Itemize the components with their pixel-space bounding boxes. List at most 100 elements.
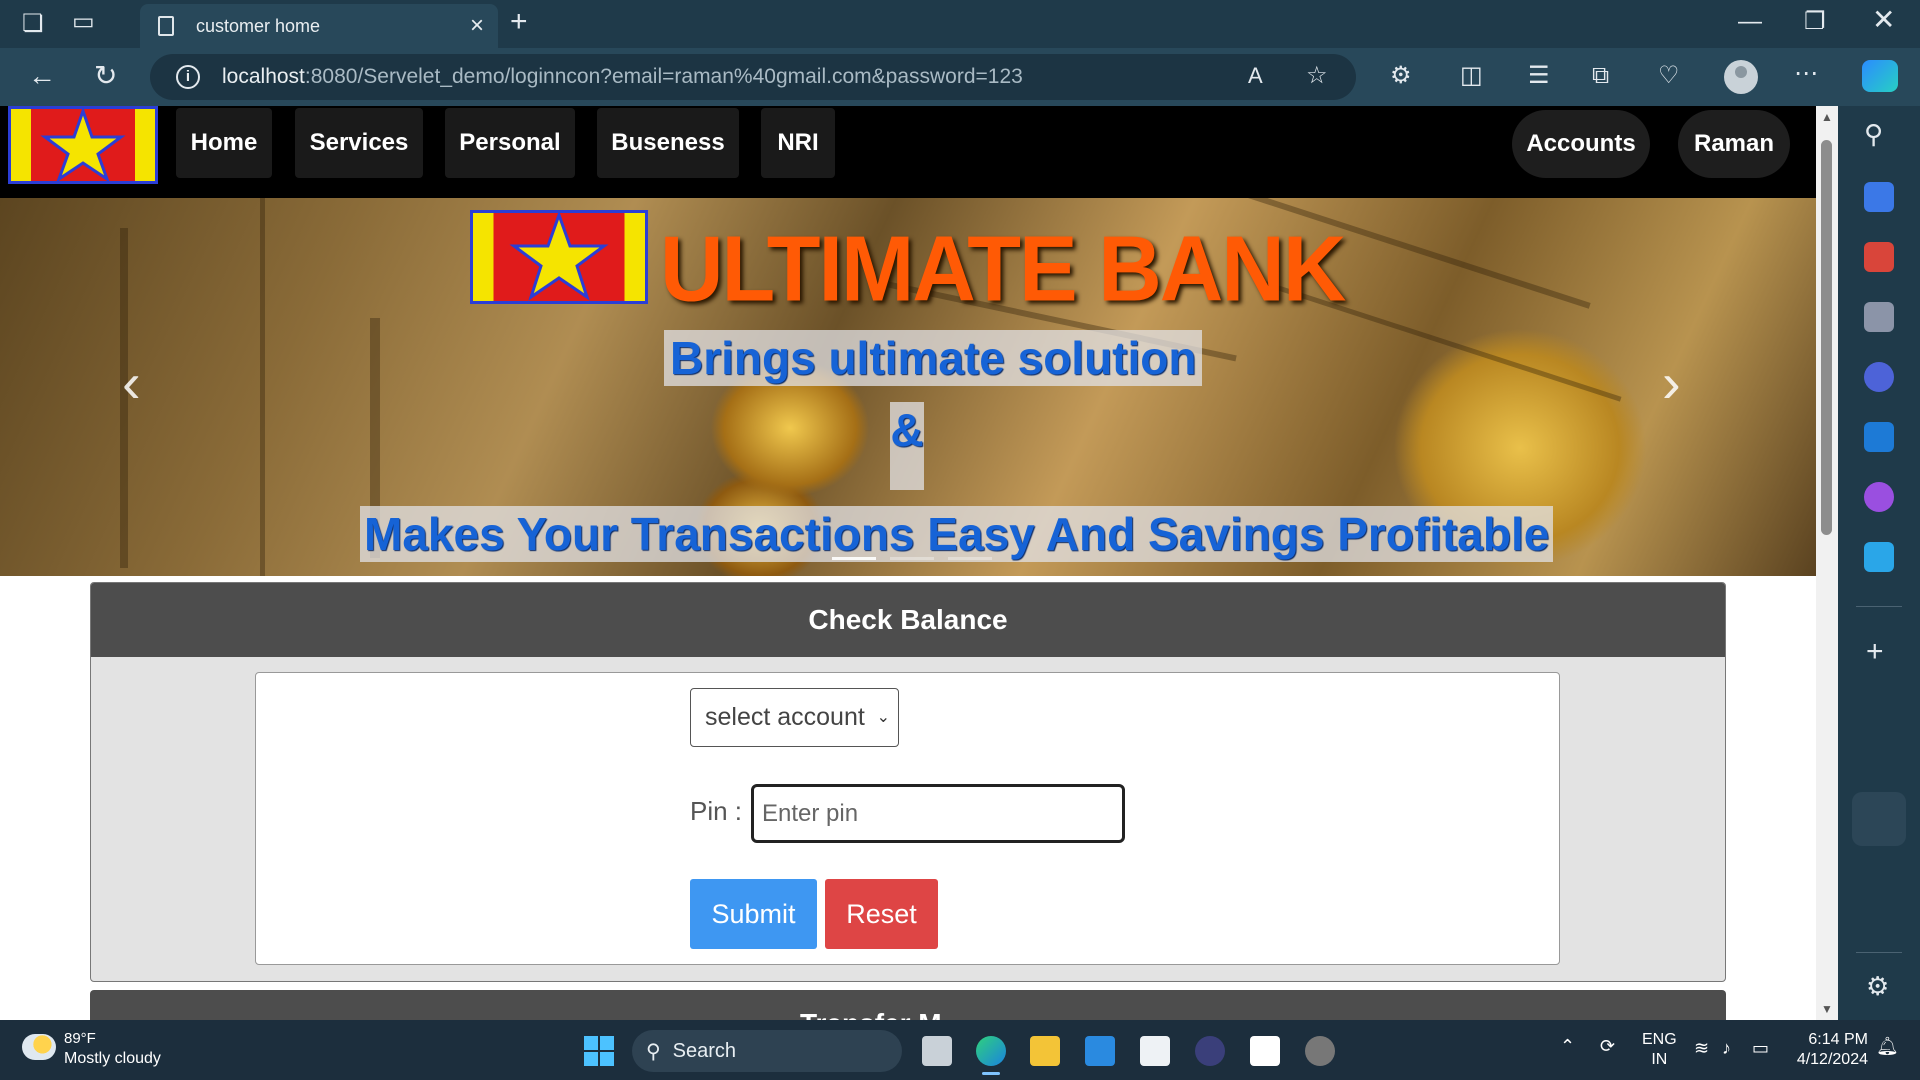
microsoft-store-icon[interactable] [1140,1036,1170,1066]
drop-icon[interactable] [1864,542,1894,572]
back-icon[interactable]: ← [28,62,56,90]
designer-icon[interactable] [1864,482,1894,512]
sidebar-divider [1856,606,1902,607]
clock-date: 4/12/2024 [1796,1051,1868,1068]
page-icon [158,16,174,36]
sidebar-app-icon[interactable] [1852,792,1906,846]
weather-cloud-icon[interactable] [22,1034,56,1060]
carousel-prev-icon[interactable]: ‹ [122,350,141,415]
taskbar-search[interactable]: ⚲ Search [632,1030,902,1072]
weather-desc[interactable]: Mostly cloudy [64,1050,161,1068]
clock[interactable]: 6:14 PM 4/12/2024 [1796,1030,1868,1070]
copilot-icon[interactable] [1862,60,1898,92]
nav-services[interactable]: Services [295,108,423,178]
split-screen-icon[interactable]: ◫ [1460,64,1483,88]
nav-accounts[interactable]: Accounts [1512,110,1650,178]
scrollbar-thumb[interactable] [1821,140,1832,535]
workspaces-icon[interactable]: ❏ [22,12,44,36]
add-sidebar-app-icon[interactable]: + [1866,637,1884,667]
close-window-icon[interactable]: ✕ [1872,6,1895,34]
account-select-value: select account [705,703,865,731]
banner-logo [470,210,648,304]
scroll-down-icon[interactable]: ▼ [1821,1002,1833,1016]
battery-icon[interactable]: ▭ [1752,1038,1769,1058]
scroll-up-icon[interactable]: ▲ [1821,110,1833,124]
banner-ampersand: & [890,402,924,490]
read-aloud-icon[interactable]: A [1248,64,1263,88]
sidebar-search-icon[interactable]: ⚲ [1864,121,1883,147]
profile-avatar[interactable] [1724,60,1758,94]
nav-buseness[interactable]: Buseness [597,108,739,178]
weather-temp[interactable]: 89°F [64,1030,96,1047]
pin-label: Pin : [690,796,743,826]
task-view-icon[interactable] [922,1036,952,1066]
address-toolbar: ← ↻ i localhost :8080/Servelet_demo/logi… [0,48,1920,106]
nav-personal[interactable]: Personal [445,108,575,178]
file-explorer-icon[interactable] [1030,1036,1060,1066]
tab-actions-icon[interactable]: ▭ [72,10,95,34]
minimize-icon[interactable]: — [1738,10,1762,34]
taskbar-search-label: Search [672,1039,737,1062]
nav-nri[interactable]: NRI [761,108,835,178]
chevron-down-icon: ⌄ [876,709,890,726]
collections-icon[interactable]: ⧉ [1592,64,1609,88]
show-hidden-icons[interactable]: ⌃ [1560,1036,1575,1056]
submit-button[interactable]: Submit [690,879,817,949]
volume-icon[interactable]: ♪ [1722,1038,1731,1058]
banner-tagline-1: Brings ultimate solution [664,330,1203,386]
sidebar-divider [1856,952,1902,953]
pin-input[interactable] [751,784,1125,843]
language-indicator[interactable]: ENG IN [1642,1030,1677,1070]
carousel-next-icon[interactable]: › [1662,350,1681,415]
favorites-icon[interactable]: ☰ [1528,64,1550,88]
carousel-indicator-active[interactable] [832,557,876,560]
clock-time: 6:14 PM [1808,1031,1868,1048]
sidebar-settings-icon[interactable]: ⚙ [1866,973,1889,999]
banner-tagline-2: Makes Your Transactions Easy And Savings… [360,506,1554,562]
refresh-icon[interactable]: ↻ [94,62,117,90]
browser-tab[interactable]: customer home × [140,4,498,48]
nav-home[interactable]: Home [176,108,272,178]
games-icon[interactable] [1864,302,1894,332]
address-bar[interactable]: i localhost :8080/Servelet_demo/loginnco… [150,54,1356,100]
more-menu-icon[interactable]: ⋯ [1794,62,1818,86]
carousel-indicator[interactable] [948,557,992,560]
check-balance-heading: Check Balance [91,583,1725,657]
sync-icon[interactable]: ⟳ [1600,1036,1615,1056]
carousel-indicator[interactable] [890,557,934,560]
favorite-star-icon[interactable]: ☆ [1306,64,1328,88]
windows-start-icon[interactable] [584,1036,614,1066]
restore-icon[interactable]: ❐ [1804,10,1826,34]
banner-title: ULTIMATE BANK [660,216,1346,321]
active-app-indicator [982,1072,1000,1075]
gmail-icon[interactable] [1250,1036,1280,1066]
tools-icon[interactable] [1864,242,1894,272]
search-icon: ⚲ [646,1040,661,1063]
notification-bell-icon[interactable]: 🔔︎ [1876,1036,1899,1056]
account-select[interactable]: select account ⌄ [690,688,899,747]
settings-app-icon[interactable] [1305,1036,1335,1066]
bank-logo[interactable] [8,106,158,184]
browser-titlebar: ❏ ▭ customer home × + — ❐ ✕ [0,0,1920,48]
vscode-icon[interactable] [1085,1036,1115,1066]
url-path: :8080/Servelet_demo/loginncon?email=rama… [304,65,1023,88]
outlook-icon[interactable] [1864,422,1894,452]
tab-title: customer home [196,15,321,36]
eclipse-icon[interactable] [1195,1036,1225,1066]
microsoft365-icon[interactable] [1864,362,1894,392]
wifi-icon[interactable]: ≋ [1694,1038,1709,1058]
reset-button[interactable]: Reset [825,879,938,949]
extensions-icon[interactable]: ⚙ [1390,64,1412,88]
edge-browser-icon[interactable] [976,1036,1006,1066]
new-tab-icon[interactable]: + [510,7,528,37]
edge-sidebar: ⚲ + ⚙ [1838,106,1920,1020]
lang-bottom: IN [1651,1051,1668,1068]
windows-taskbar: 89°F Mostly cloudy [0,1020,1920,1080]
shopping-tag-icon[interactable] [1864,182,1894,212]
site-info-icon[interactable]: i [176,65,200,89]
performance-icon[interactable]: ♡ [1658,64,1680,88]
close-tab-icon[interactable]: × [470,12,484,40]
nav-user-raman[interactable]: Raman [1678,110,1790,178]
lang-top: ENG [1642,1031,1677,1048]
url-host: localhost [222,65,305,88]
